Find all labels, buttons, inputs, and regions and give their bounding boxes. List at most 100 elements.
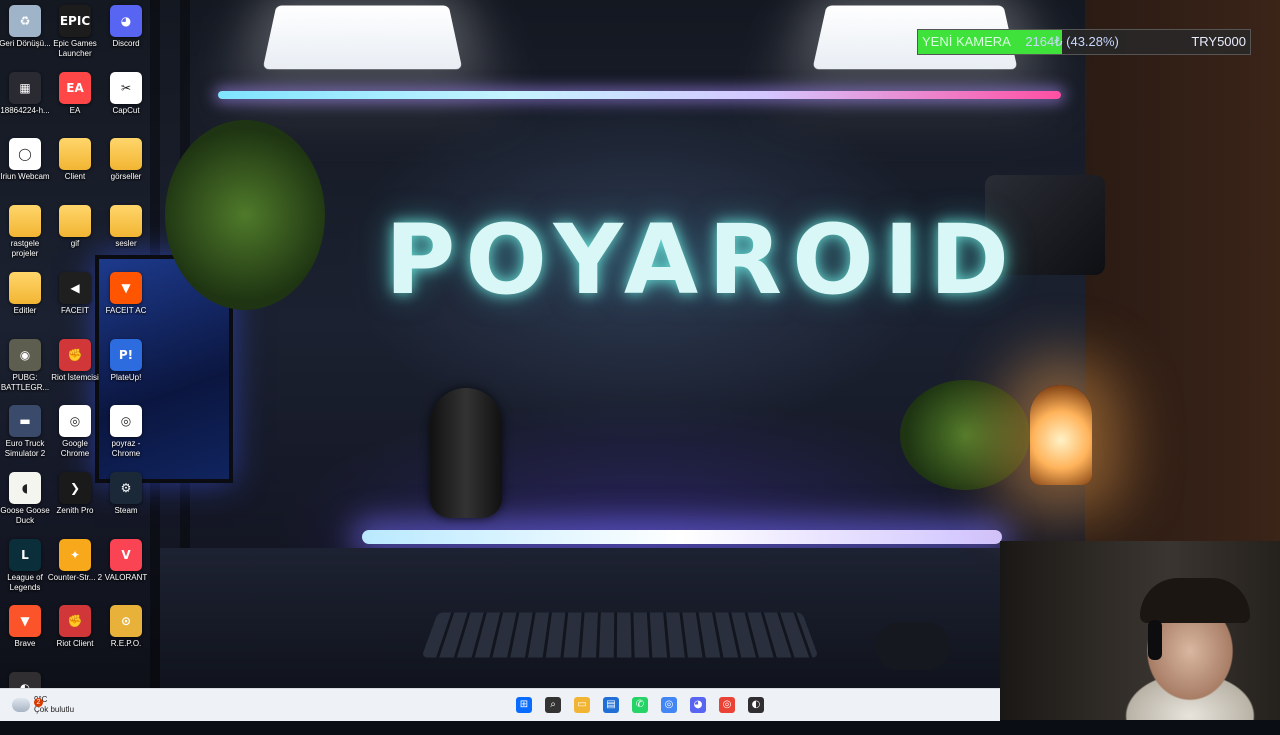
- desktop-icon[interactable]: rastgele projeler: [0, 202, 50, 268]
- desktop-icon[interactable]: ◎ Google Chrome: [50, 402, 100, 468]
- microsoft-store-button[interactable]: ▤: [599, 693, 623, 717]
- donation-goal-percent: (43.28%): [1066, 34, 1119, 49]
- desktop-icon[interactable]: EA EA: [50, 69, 100, 135]
- desktop-icon[interactable]: V VALORANT: [101, 536, 151, 602]
- discord-button[interactable]: ◕: [686, 693, 710, 717]
- video-file-icon: ▦: [9, 71, 41, 104]
- desktop-icon-label: Discord: [112, 39, 140, 48]
- league-of-legends-icon: L: [9, 538, 41, 571]
- search-button[interactable]: ⌕: [541, 693, 565, 717]
- desktop-icon[interactable]: gif: [50, 202, 100, 268]
- desktop-icon[interactable]: ▼ FACEIT AC: [101, 269, 151, 335]
- mouse-image: [875, 622, 950, 670]
- desktop-icon-label: gif: [70, 239, 80, 249]
- plant-image: [900, 380, 1030, 490]
- chrome-icon: ◎: [59, 405, 91, 438]
- desktop-icon-label: 18864224-h...: [0, 105, 50, 115]
- headset-image: [1148, 620, 1162, 660]
- plateup-icon: P!: [110, 338, 142, 371]
- desktop-icon[interactable]: görseller: [101, 135, 151, 201]
- desktop-icon[interactable]: P! PlateUp!: [101, 336, 151, 402]
- desktop-icon-label: VALORANT: [104, 572, 148, 582]
- softbox-light-left: [262, 5, 463, 70]
- taskbar-pinned-apps: ⊞ ⌕ ▭ ▤ ✆ ◎ ◕ ◎ ◐: [512, 693, 768, 717]
- obs-studio-icon: ◐: [748, 697, 764, 713]
- desktop-icon[interactable]: ◎ poyraz - Chrome: [101, 402, 151, 468]
- folder-icon: [110, 138, 142, 171]
- valorant-icon: V: [110, 538, 142, 571]
- desktop-icon-label: R.E.P.O.: [110, 639, 142, 649]
- webcam-person: [1140, 578, 1250, 623]
- taskbar: 2 9°C Çok bulutlu ⊞ ⌕ ▭ ▤ ✆ ◎ ◕ ◎ ◐: [0, 688, 1000, 721]
- weather-widget[interactable]: 2 9°C Çok bulutlu: [12, 693, 74, 717]
- chrome-button[interactable]: ◎: [715, 693, 739, 717]
- desktop-icon[interactable]: ▬ Euro Truck Simulator 2: [0, 402, 50, 468]
- riot-client-icon: ✊: [59, 338, 91, 371]
- microphone-image: [430, 388, 502, 518]
- desktop-icon[interactable]: ✊ Riot İstemcisi: [50, 336, 100, 402]
- desktop-icon[interactable]: ✊ Riot Client: [50, 602, 100, 668]
- desktop-icon-label: sesler: [115, 239, 137, 249]
- riot-client-icon: ✊: [59, 605, 91, 638]
- desktop-icon-label: Iriun Webcam: [0, 172, 50, 182]
- file-explorer-button[interactable]: ▭: [570, 693, 594, 717]
- webcam-feed: [1000, 541, 1280, 720]
- zenith-pro-icon: ❯: [59, 471, 91, 504]
- repo-icon: ⊙: [110, 605, 142, 638]
- desktop-icon[interactable]: Client: [50, 135, 100, 201]
- desktop-icon[interactable]: ✂ CapCut: [101, 69, 151, 135]
- desktop-icon[interactable]: ▦ 18864224-h...: [0, 69, 50, 135]
- donation-goal-bar: YENİ KAMERA 2164₺ (43.28%) TRY5000: [917, 29, 1251, 55]
- start-button[interactable]: ⊞: [512, 693, 536, 717]
- desktop-icon[interactable]: ◖ Goose Goose Duck: [0, 469, 50, 535]
- desktop-icon-label: PlateUp!: [110, 372, 142, 382]
- desktop-icon[interactable]: ⊙ R.E.P.O.: [101, 602, 151, 668]
- desktop-icon[interactable]: sesler: [101, 202, 151, 268]
- desktop-icon[interactable]: ◀ FACEIT: [50, 269, 100, 335]
- desktop-icon[interactable]: L League of Legends: [0, 536, 50, 602]
- steam-icon: ⚙: [110, 471, 142, 504]
- desktop-icon[interactable]: ✦ Counter-Str... 2: [48, 536, 102, 602]
- donation-goal-target: TRY5000: [1191, 34, 1246, 49]
- folder-icon: [59, 138, 91, 171]
- windows-start-icon: ⊞: [516, 697, 532, 713]
- desktop-icon-label: FACEIT: [60, 305, 89, 315]
- obs-button[interactable]: ◐: [744, 693, 768, 717]
- faceit-ac-icon: ▼: [110, 271, 142, 304]
- desktop-icon-label: Epic Games Launcher: [53, 39, 97, 58]
- folder-icon: [9, 271, 41, 304]
- desktop-icon[interactable]: ❯ Zenith Pro: [50, 469, 100, 535]
- desktop-icon[interactable]: ⚙ Steam: [101, 469, 151, 535]
- notification-badge: 2: [34, 698, 43, 707]
- desktop-icon[interactable]: ◕ Discord: [101, 2, 151, 68]
- desktop-icon[interactable]: ◯ Iriun Webcam: [0, 135, 50, 201]
- counter-strike-icon: ✦: [59, 538, 91, 571]
- discord-icon: ◕: [110, 5, 142, 37]
- chrome-profile-icon: ◎: [110, 405, 142, 438]
- iriun-webcam-icon: ◯: [9, 138, 41, 171]
- search-icon: ⌕: [545, 697, 561, 713]
- folder-icon: [9, 205, 41, 238]
- desk-neon-light: [362, 530, 1002, 544]
- desktop-icon-label: EA: [69, 105, 81, 115]
- desktop-icon[interactable]: EPIC Epic Games Launcher: [50, 2, 100, 68]
- desktop-icon-label: poyraz - Chrome: [111, 439, 141, 459]
- wallpaper-brand-text: POYAROID: [385, 204, 1020, 316]
- chrome-profile-button[interactable]: ◎: [657, 693, 681, 717]
- lantern-lamp-image: [1030, 385, 1092, 485]
- desktop-icon[interactable]: ▼ Brave: [0, 602, 50, 668]
- capcut-icon: ✂: [110, 71, 142, 104]
- desktop-icon[interactable]: Editler: [0, 269, 50, 335]
- desktop-icon[interactable]: ♻ Geri Dönüşü...: [0, 2, 51, 68]
- folder-icon: [110, 205, 142, 238]
- brave-icon: ▼: [9, 605, 41, 638]
- desktop-icon-label: Google Chrome: [60, 439, 90, 459]
- desktop-icon-label: Riot Client: [56, 639, 94, 649]
- plant-image: [165, 120, 325, 310]
- desktop-icon-label: Riot İstemcisi: [51, 372, 99, 382]
- desktop-icon-label: Steam: [114, 505, 138, 515]
- desktop-icon-label: League of Legends: [7, 572, 43, 592]
- desktop-icon[interactable]: ◉ PUBG: BATTLEGR...: [0, 336, 50, 402]
- whatsapp-button[interactable]: ✆: [628, 693, 652, 717]
- recycle-bin-icon: ♻: [9, 5, 41, 37]
